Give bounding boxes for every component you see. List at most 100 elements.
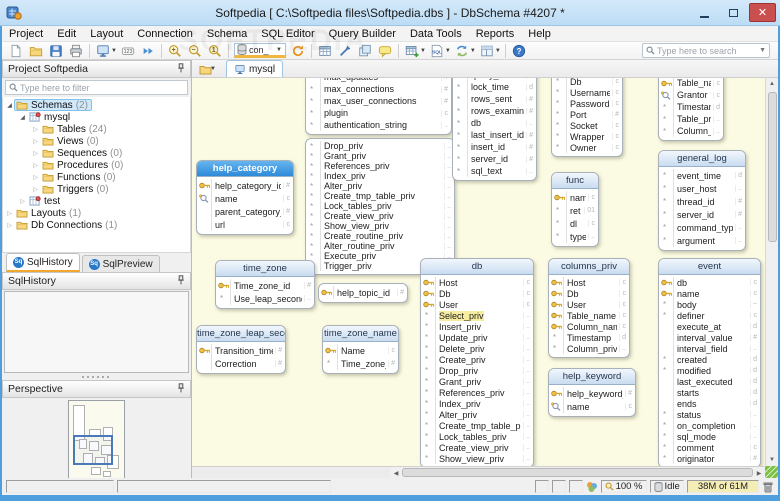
tree-item-tables[interactable]: ▷ Tables (24) — [3, 123, 190, 135]
menu-item-project[interactable]: Project — [2, 26, 50, 42]
column-row[interactable]: * Show_view_priv.. — [306, 221, 454, 231]
pin-icon[interactable] — [177, 62, 185, 76]
column-row[interactable]: * max_connections # — [306, 83, 451, 95]
column-row[interactable]: * Index_priv.. — [306, 171, 454, 181]
tree-item-triggers[interactable]: ▷ Triggers (0) — [3, 183, 190, 195]
column-row[interactable]: interval_field.. — [659, 343, 760, 354]
horizontal-scroll-thumb[interactable] — [402, 468, 753, 477]
tree-collapsed-icon[interactable]: ▷ — [31, 186, 40, 193]
column-row[interactable]: url c — [197, 218, 293, 231]
new-table-button[interactable] — [402, 42, 422, 59]
tree-collapsed-icon[interactable]: ▷ — [31, 126, 40, 133]
save-button[interactable] — [46, 42, 66, 59]
table-general_log[interactable]: general_log * event_time d * user_host.. * thre… — [658, 150, 746, 251]
column-row[interactable]: * type.. — [552, 230, 598, 243]
table-host[interactable]: * Drop_priv.. * Grant_priv.. * References_pri… — [305, 138, 455, 275]
column-row[interactable]: * authentication_string.. — [306, 119, 451, 131]
palette-icon[interactable] — [586, 481, 598, 493]
column-row[interactable]: * Wrapper c — [552, 131, 622, 142]
column-row[interactable]: * body ~ — [659, 299, 760, 310]
minimize-button[interactable] — [691, 3, 718, 22]
table-time_zone_name[interactable]: time_zone_name Name c *Time_zone_id# — [322, 325, 399, 374]
column-row[interactable]: Table_namec — [549, 310, 629, 321]
column-row[interactable]: *rows_examined# — [453, 105, 536, 117]
column-row[interactable]: Name c — [323, 344, 398, 357]
tree-item-layouts[interactable]: ▷ Layouts (1) — [3, 207, 190, 219]
column-row[interactable]: * References_priv.. — [421, 387, 533, 398]
table-help_category[interactable]: help_category help_category_id # name c paren… — [196, 160, 294, 235]
column-row[interactable]: Table_namec — [659, 78, 723, 89]
table-db[interactable]: db Host c Db c User c * Select_priv.. * Insert_pri… — [420, 258, 534, 466]
menu-item-edit[interactable]: Edit — [50, 26, 83, 42]
tree-collapsed-icon[interactable]: ▷ — [5, 210, 14, 217]
tree-collapsed-icon[interactable]: ▷ — [31, 162, 40, 169]
close-button[interactable]: ✕ — [749, 3, 776, 22]
table-slow_log[interactable]: *query_timed*lock_timed*rows_sent#*rows_… — [452, 78, 537, 181]
column-row[interactable]: * insert_id # — [453, 141, 536, 153]
column-row[interactable]: Column_namec — [549, 321, 629, 332]
column-row[interactable]: Transition_time # — [197, 344, 285, 357]
column-row[interactable]: ends d — [659, 398, 760, 409]
sqlhistory-list[interactable] — [4, 291, 189, 373]
column-row[interactable]: * comment c — [659, 442, 760, 453]
menu-item-schema[interactable]: Schema — [200, 26, 254, 42]
sync-button[interactable] — [452, 42, 472, 59]
column-row[interactable]: * event_time d — [659, 169, 745, 182]
column-row[interactable]: * definer c — [659, 310, 760, 321]
table-header-help_keyword[interactable]: help_keyword — [549, 369, 635, 385]
column-row[interactable]: help_topic_id # — [319, 286, 407, 299]
table-event[interactable]: event db c name c * body ~ * definer c execute_at d i… — [658, 258, 761, 466]
column-row[interactable]: * modified d — [659, 365, 760, 376]
column-row[interactable]: * status.. — [659, 409, 760, 420]
column-row[interactable]: namec — [552, 191, 598, 204]
table-time_zone[interactable]: time_zone Time_zone_id # *Use_leap_seconds.… — [215, 260, 315, 309]
column-row[interactable]: namec — [659, 288, 760, 299]
column-row[interactable]: db c — [659, 277, 760, 288]
column-row[interactable]: Grantor c — [659, 89, 723, 101]
column-row[interactable]: * dl c — [552, 217, 598, 230]
column-row[interactable]: * Create_view_priv.. — [421, 442, 533, 453]
column-row[interactable]: * server_id # — [659, 208, 745, 221]
print-button[interactable] — [66, 42, 86, 59]
tree-item-views[interactable]: ▷ Views (0) — [3, 135, 190, 147]
column-row[interactable]: * Delete_priv.. — [421, 343, 533, 354]
table-time_zone_leap_second[interactable]: time_zone_leap_secondTransition_time#Cor… — [196, 325, 286, 374]
tree-item-sequences[interactable]: ▷ Sequences (0) — [3, 147, 190, 159]
column-row[interactable]: * created d — [659, 354, 760, 365]
tree-collapsed-icon[interactable]: ▷ — [31, 150, 40, 157]
numeric-data-button[interactable]: 123 — [118, 42, 138, 59]
column-row[interactable]: Correction # — [197, 357, 285, 370]
column-row[interactable]: * References_priv.. — [306, 161, 454, 171]
column-row[interactable]: help_category_id # — [197, 179, 293, 192]
column-row[interactable]: * db.. — [453, 117, 536, 129]
column-row[interactable]: Time_zone_id # — [216, 279, 314, 292]
search-input[interactable]: Type here to search ▼ — [642, 43, 770, 58]
column-row[interactable]: Host c — [549, 277, 629, 288]
column-row[interactable]: interval_value # — [659, 332, 760, 343]
column-row[interactable]: * Socket c — [552, 120, 622, 131]
tree-expanded-icon[interactable]: ◢ — [5, 102, 14, 109]
column-row[interactable]: * Alter_priv.. — [306, 181, 454, 191]
column-row[interactable]: Host c — [421, 277, 533, 288]
new-project-button[interactable] — [6, 42, 26, 59]
menu-item-connection[interactable]: Connection — [130, 26, 200, 42]
column-row[interactable]: * Update_priv.. — [421, 332, 533, 343]
tree-filter-input[interactable]: Type here to filter — [5, 80, 188, 95]
column-row[interactable]: * Insert_priv.. — [421, 321, 533, 332]
column-row[interactable]: starts d — [659, 387, 760, 398]
resize-grip[interactable] — [765, 466, 778, 478]
column-row[interactable]: *Column_priv.. — [659, 125, 723, 137]
column-row[interactable]: namec — [549, 400, 635, 413]
column-row[interactable]: *Timestampd — [659, 101, 723, 113]
tree-item-db-connections[interactable]: ▷ Db Connections (1) — [3, 219, 190, 231]
layouts-folder-button[interactable]: ▼ — [196, 61, 220, 77]
column-row[interactable]: last_executed d — [659, 376, 760, 387]
column-row[interactable]: *Column_priv.. — [549, 343, 629, 354]
menu-item-help[interactable]: Help — [521, 26, 558, 42]
forward-button[interactable] — [138, 42, 158, 59]
column-row[interactable]: execute_at d — [659, 321, 760, 332]
column-row[interactable]: * Username c — [552, 87, 622, 98]
column-row[interactable]: *Time_zone_id# — [323, 357, 398, 370]
table-header-time_zone[interactable]: time_zone — [216, 261, 314, 277]
tree-collapsed-icon[interactable]: ▷ — [18, 198, 27, 205]
